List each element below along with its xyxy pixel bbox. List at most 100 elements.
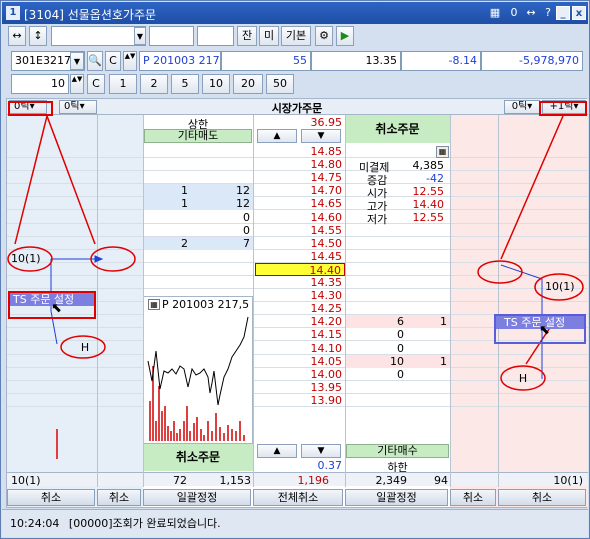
settings-gear-icon[interactable]: ⚙	[315, 26, 333, 46]
qty-clear-button[interactable]: C	[87, 74, 105, 94]
right-cancel-button-2[interactable]: 취소	[450, 489, 496, 506]
buy-qty-cell[interactable]: 6	[345, 315, 407, 329]
sell-count-cell[interactable]: 1	[143, 197, 191, 211]
price-level[interactable]: 14.85	[255, 145, 345, 158]
c-button[interactable]: C	[105, 51, 121, 71]
sell-count-cell[interactable]	[143, 263, 191, 276]
buy-qty-cell[interactable]	[345, 302, 407, 315]
other-sell-button[interactable]: 기타매도	[144, 129, 252, 143]
scroll-up-icon[interactable]: ▲	[257, 129, 297, 143]
scroll-down-bottom-icon[interactable]: ▼	[301, 444, 341, 458]
help-icon[interactable]: ?	[541, 6, 555, 20]
qty-spin-icon[interactable]: ▲▼	[70, 74, 84, 94]
spin-icon[interactable]: ▲▼	[123, 51, 137, 71]
right-stop-column[interactable]	[498, 99, 588, 507]
account-field[interactable]	[51, 26, 146, 46]
panel-toggle-icon[interactable]: ▦	[436, 146, 449, 158]
sell-qty-cell[interactable]: 12	[191, 197, 253, 211]
price-level[interactable]: 14.45	[255, 250, 345, 263]
zero-icon[interactable]: 0	[507, 6, 521, 20]
scroll-down-icon[interactable]: ▼	[301, 129, 341, 143]
expand-horizontal-button[interactable]: ↔	[8, 26, 26, 46]
close-icon[interactable]: x	[572, 6, 586, 20]
grid-icon[interactable]: ▦	[488, 6, 502, 20]
price-level[interactable]: 14.65	[255, 197, 345, 210]
sell-count-cell[interactable]: 1	[143, 184, 191, 198]
price-level[interactable]: 14.50	[255, 237, 345, 250]
sell-count-cell[interactable]: 2	[143, 236, 191, 250]
left-cancel-button[interactable]: 취소	[7, 489, 95, 506]
cancel-order-top[interactable]: 취소주문	[345, 115, 450, 143]
price-level[interactable]: 13.90	[255, 394, 345, 407]
price-level[interactable]: 13.95	[255, 381, 345, 394]
search-icon[interactable]: 🔍	[87, 51, 103, 71]
sell-count-cell[interactable]	[143, 250, 191, 263]
price-level[interactable]: 14.35	[255, 276, 345, 289]
price-level[interactable]: 14.75	[255, 171, 345, 184]
buy-qty-cell[interactable]	[345, 381, 407, 394]
market-order-title[interactable]: 시장가주문	[247, 100, 347, 116]
buy-qty-cell[interactable]	[345, 394, 407, 407]
buy-count-cell[interactable]	[407, 289, 450, 302]
price-level[interactable]: 14.00	[255, 368, 345, 381]
price-level[interactable]: 14.60	[255, 211, 345, 224]
sell-count-cell[interactable]	[143, 145, 191, 158]
buy-count-cell[interactable]	[407, 328, 450, 341]
account-dropdown-icon[interactable]: ▼	[134, 27, 146, 45]
buy-bulk-modify-button[interactable]: 일괄정정	[345, 489, 448, 506]
sell-qty-cell[interactable]	[191, 145, 253, 158]
price-level[interactable]: 14.40	[255, 262, 345, 277]
sell-bulk-modify-button[interactable]: 일괄정정	[143, 489, 251, 506]
price-level[interactable]: 14.25	[255, 302, 345, 315]
buy-qty-cell[interactable]: 0	[345, 328, 407, 341]
buy-count-cell[interactable]: 1	[407, 354, 450, 368]
buy-qty-cell[interactable]: 10	[345, 354, 407, 368]
buy-count-cell[interactable]	[407, 368, 450, 381]
sell-qty-cell[interactable]: 12	[191, 184, 253, 198]
price-level[interactable]: 14.55	[255, 224, 345, 237]
cancel-all-button[interactable]: 전체취소	[253, 489, 343, 506]
sell-qty-cell[interactable]	[191, 171, 253, 184]
qty-20-button[interactable]: 20	[233, 74, 263, 94]
balance-button[interactable]: 잔	[237, 26, 257, 46]
right-stop-column-2[interactable]	[450, 99, 498, 507]
buy-qty-cell[interactable]: 0	[345, 368, 407, 381]
price-level[interactable]: 14.20	[255, 315, 345, 328]
buy-count-cell[interactable]	[407, 381, 450, 394]
sell-qty-cell[interactable]	[191, 263, 253, 276]
buy-count-cell[interactable]	[407, 276, 450, 289]
buy-count-cell[interactable]	[407, 302, 450, 315]
price-level[interactable]: 14.80	[255, 158, 345, 171]
scroll-up-bottom-icon[interactable]: ▲	[257, 444, 297, 458]
cancel-order-bottom[interactable]: 취소주문	[143, 444, 253, 471]
right-tick-select-1[interactable]: 0틱▾	[504, 100, 540, 114]
buy-qty-cell[interactable]	[345, 276, 407, 289]
sell-count-cell[interactable]	[143, 158, 191, 171]
basic-button[interactable]: 기본	[281, 26, 311, 46]
chart-menu-icon[interactable]: ▦	[148, 299, 160, 310]
price-level[interactable]: 14.30	[255, 289, 345, 302]
price-level[interactable]: 14.70	[255, 184, 345, 197]
price-level[interactable]: 14.10	[255, 342, 345, 355]
expand-vertical-button[interactable]: ↕	[29, 26, 47, 46]
quantity-field[interactable]: 10	[11, 74, 69, 94]
buy-qty-cell[interactable]	[345, 289, 407, 302]
sell-count-cell[interactable]	[143, 224, 191, 237]
play-icon[interactable]: ▶	[336, 26, 354, 46]
right-cancel-button[interactable]: 취소	[498, 489, 586, 506]
pending-button[interactable]: 미	[259, 26, 279, 46]
left-stop-column-2[interactable]	[97, 99, 143, 507]
sell-qty-cell[interactable]: 0	[191, 224, 253, 237]
buy-count-cell[interactable]	[407, 342, 450, 355]
sell-qty-cell[interactable]: 0	[191, 211, 253, 224]
left-cancel-button-2[interactable]: 취소	[97, 489, 141, 506]
sell-count-cell[interactable]	[143, 171, 191, 184]
buy-qty-cell[interactable]: 0	[345, 342, 407, 355]
price-level[interactable]: 14.15	[255, 328, 345, 341]
code-dropdown-icon[interactable]: ▼	[70, 52, 84, 70]
qty-5-button[interactable]: 5	[171, 74, 199, 94]
buy-count-cell[interactable]	[407, 394, 450, 407]
qty-1-button[interactable]: 1	[109, 74, 137, 94]
extra-field[interactable]	[197, 26, 234, 46]
qty-50-button[interactable]: 50	[266, 74, 294, 94]
